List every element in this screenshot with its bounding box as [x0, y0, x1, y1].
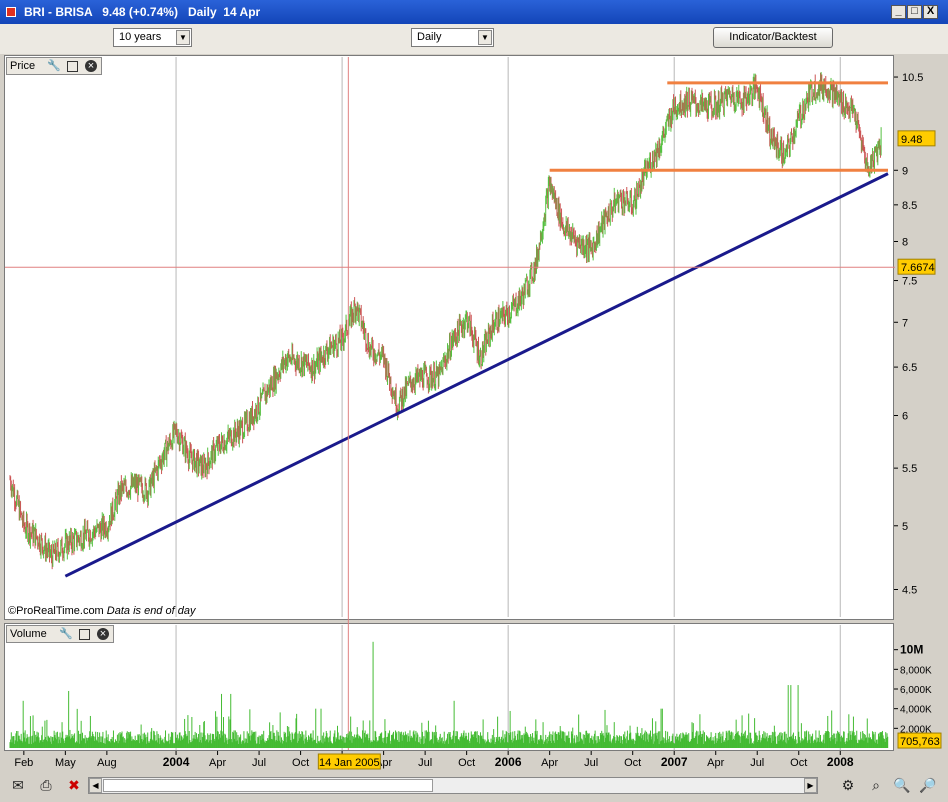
y-tick-label: 4.5	[902, 585, 917, 597]
x-tick-label: Apr	[209, 757, 226, 769]
x-tick-label: Feb	[14, 757, 33, 769]
print-icon[interactable]: ⎙	[36, 776, 56, 794]
x-tick-label: Aug	[97, 757, 117, 769]
x-tick-label: Jul	[750, 757, 764, 769]
x-tick-label: Oct	[624, 757, 641, 769]
y-tick-label: 5	[902, 521, 908, 533]
x-tick-label: 2008	[827, 755, 854, 769]
y-tick-label: 10.5	[902, 72, 923, 84]
volume-tick-label: 6,000K	[900, 685, 932, 696]
zoom-in-icon[interactable]: 🔍	[892, 776, 912, 794]
mail-icon[interactable]: ✉	[8, 776, 28, 794]
settings-icon[interactable]: ⚙	[838, 776, 858, 794]
x-tick-label: Apr	[707, 757, 724, 769]
zoom-out-icon[interactable]: 🔎	[918, 776, 938, 794]
x-tick-label: Jul	[584, 757, 598, 769]
price-panel-label: Price	[10, 60, 36, 72]
scroll-thumb[interactable]	[103, 779, 433, 792]
wrench-icon[interactable]: 🔧	[59, 628, 73, 640]
volume-panel-header: Volume 🔧 ×	[6, 625, 114, 643]
y-tick-label: 5.5	[902, 463, 917, 475]
y-tick-label: 8.5	[902, 200, 917, 212]
volume-tick-label: 8,000K	[900, 665, 932, 676]
y-tick-label: 7	[902, 317, 908, 329]
credit-note: Data is end of day	[106, 605, 196, 617]
last-volume-tag: 705,763	[900, 736, 940, 748]
x-tick-label: Oct	[292, 757, 309, 769]
price-volume-chart[interactable]: 10.5 9 8.5 8 7.5 7 6.5 6 5.5 5 4.5 9.48 7.6674 10M 8,…	[0, 0, 948, 802]
x-tick-label: Jul	[418, 757, 432, 769]
x-tick-label: 2006	[495, 755, 522, 769]
close-panel-icon[interactable]: ×	[97, 628, 109, 640]
x-tick-label: Oct	[790, 757, 807, 769]
zoom-fit-icon[interactable]: ⌕	[866, 776, 886, 794]
volume-panel-label: Volume	[10, 628, 47, 640]
scroll-left-arrow[interactable]: ◀	[89, 778, 102, 793]
x-tick-label: Oct	[458, 757, 475, 769]
y-tick-label: 7.5	[902, 276, 917, 288]
cursor-price-tag: 7.6674	[901, 262, 935, 274]
x-tick-label: 2004	[163, 755, 190, 769]
last-price-tag: 9.48	[901, 134, 922, 146]
window-icon[interactable]	[79, 629, 90, 640]
price-panel-header: Price 🔧 ×	[6, 57, 102, 75]
volume-tick-label: 10M	[900, 643, 923, 657]
data-credit: ©ProRealTime.com Data is end of day	[8, 605, 195, 617]
close-panel-icon[interactable]: ×	[85, 60, 97, 72]
x-tick-label: Apr	[541, 757, 558, 769]
x-tick-label: May	[55, 757, 76, 769]
chart-scrollbar[interactable]: ◀ ▶	[88, 777, 818, 794]
trendline[interactable]	[64, 172, 889, 578]
x-tick-label: Jul	[252, 757, 266, 769]
y-tick-label: 8	[902, 237, 908, 249]
x-tick-label: 2007	[661, 755, 688, 769]
credit-source: ©ProRealTime.com	[8, 605, 104, 617]
cursor-date-tag: 14 Jan 2005	[319, 757, 380, 769]
volume-tick-label: 4,000K	[900, 705, 932, 716]
scroll-right-arrow[interactable]: ▶	[804, 778, 817, 793]
y-tick-label: 6	[902, 411, 908, 423]
window-icon[interactable]	[67, 61, 78, 72]
delete-icon[interactable]: ✖	[64, 776, 84, 794]
wrench-icon[interactable]: 🔧	[47, 60, 61, 72]
y-tick-label: 9	[902, 165, 908, 177]
y-tick-label: 6.5	[902, 362, 917, 374]
